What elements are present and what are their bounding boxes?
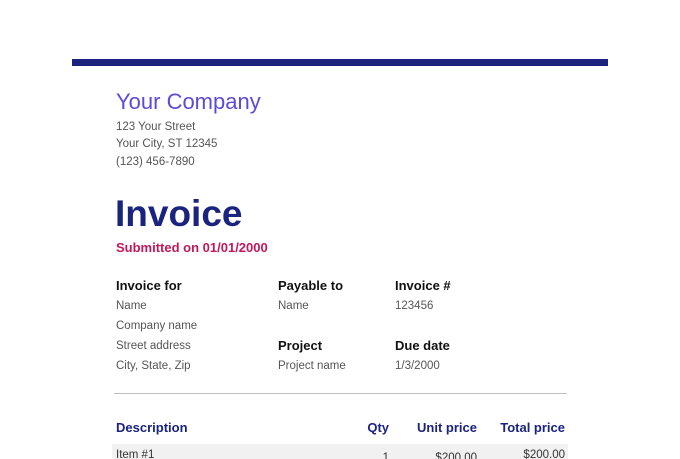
company-street: 123 Your Street: [116, 121, 196, 133]
invoice-for-label: Invoice for: [116, 278, 182, 293]
table-header-description: Description: [116, 420, 188, 435]
submitted-date: Submitted on 01/01/2000: [116, 240, 268, 255]
due-date-label: Due date: [395, 338, 450, 353]
section-divider: [114, 393, 567, 394]
payable-to-label: Payable to: [278, 278, 344, 293]
invoice-title: Invoice: [115, 193, 243, 234]
company-phone: (123) 456-7890: [116, 156, 195, 168]
invoice-number-value: 123456: [395, 300, 434, 312]
payable-to-name: Name: [278, 300, 309, 312]
company-city: Your City, ST 12345: [116, 138, 218, 150]
company-name: Your Company: [116, 89, 261, 114]
invoice-page: Your Company 123 Your Street Your City, …: [0, 0, 680, 459]
due-date-value: 1/3/2000: [395, 360, 440, 372]
project-name: Project name: [278, 360, 346, 372]
table-cell-unit-price: $200.00: [435, 452, 477, 459]
invoice-for-name: Name: [116, 300, 147, 312]
table-cell-qty: 1: [382, 452, 389, 459]
table-cell-description: Item #1: [116, 449, 155, 459]
table-cell-total-price: $200.00: [523, 449, 565, 459]
table-header-unit-price: Unit price: [417, 420, 477, 435]
table-header-qty: Qty: [367, 420, 389, 435]
invoice-for-company: Company name: [116, 320, 198, 332]
table-header-total-price: Total price: [500, 420, 565, 435]
invoice-for-city: City, State, Zip: [116, 360, 191, 372]
project-label: Project: [278, 338, 323, 353]
invoice-number-label: Invoice #: [395, 278, 451, 293]
invoice-for-street: Street address: [116, 340, 191, 352]
header-accent-bar: [72, 59, 608, 66]
